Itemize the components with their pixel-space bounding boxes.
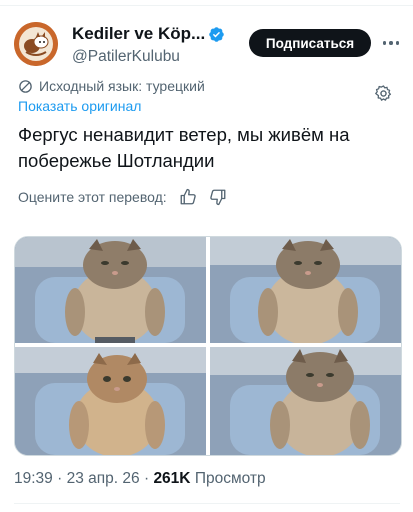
bottom-divider xyxy=(14,503,400,504)
tweet-meta: 19:39 · 23 апр. 26 · 261K Просмотр xyxy=(14,470,266,488)
rate-translation-label: Оцените этот перевод: xyxy=(18,189,167,205)
tweet-date[interactable]: 23 апр. 26 xyxy=(67,470,140,487)
more-dots-icon[interactable] xyxy=(379,32,403,54)
translate-icon xyxy=(19,79,32,93)
cat-dog-avatar-icon xyxy=(14,22,58,66)
meta-separator: · xyxy=(57,470,63,487)
tweet-text: Фергус ненавидит ветер, мы живём на побе… xyxy=(18,124,350,171)
verified-badge-icon xyxy=(208,26,225,43)
author-handle[interactable]: @PatilerKulubu xyxy=(72,48,225,66)
media-grid xyxy=(14,236,402,456)
thumbs-down-icon[interactable] xyxy=(209,188,227,206)
views-count[interactable]: 261K xyxy=(153,470,190,487)
cat-photo-4[interactable] xyxy=(210,347,401,455)
views-label: Просмотр xyxy=(194,470,266,487)
tweet-header: Kediler ve Köp... @PatilerKulubu Подписа… xyxy=(14,22,400,72)
avatar[interactable] xyxy=(14,22,58,66)
source-language-label: Исходный язык: турецкий xyxy=(39,78,205,94)
rate-translation-row: Оцените этот перевод: xyxy=(18,188,227,206)
subscribe-button[interactable]: Подписаться xyxy=(249,29,371,57)
cat-photo-3[interactable] xyxy=(15,347,206,455)
thumbs-up-icon[interactable] xyxy=(179,188,197,206)
author-display-name[interactable]: Kediler ve Köp... xyxy=(72,24,205,44)
top-divider xyxy=(0,5,413,6)
show-original-link[interactable]: Показать оригинал xyxy=(18,98,141,114)
author-info: Kediler ve Köp... @PatilerKulubu xyxy=(72,24,225,66)
meta-separator: · xyxy=(143,470,150,487)
cat-photo-1[interactable] xyxy=(15,237,206,343)
tweet-time[interactable]: 19:39 xyxy=(14,470,53,487)
source-language-row: Исходный язык: турецкий xyxy=(18,78,205,94)
gear-icon[interactable] xyxy=(374,84,393,103)
cat-photo-2[interactable] xyxy=(210,237,401,343)
